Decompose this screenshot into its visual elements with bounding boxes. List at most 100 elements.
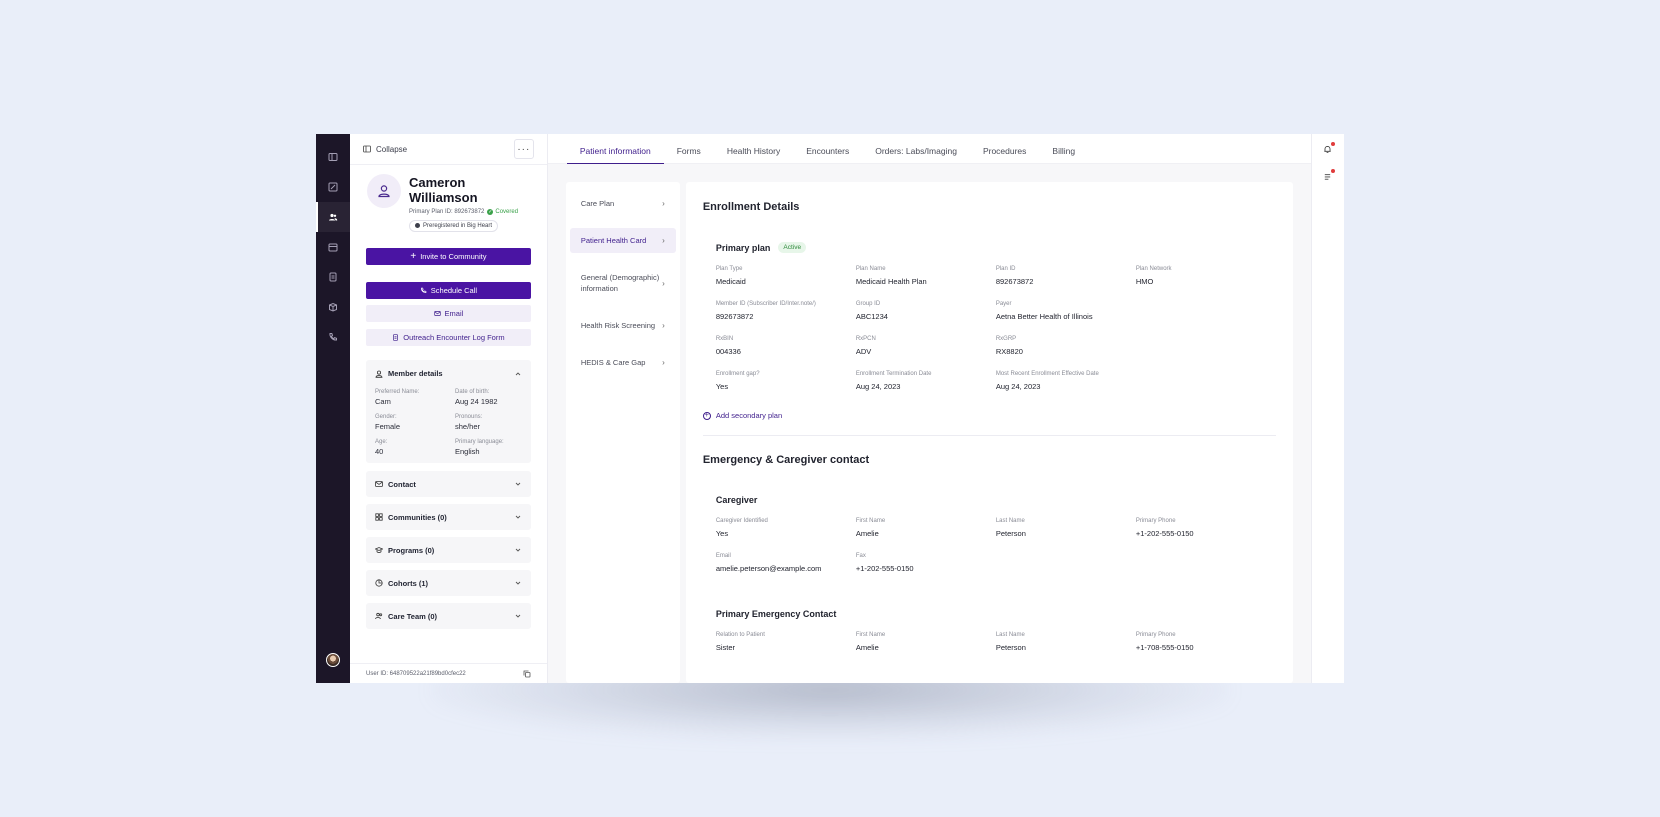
bell-icon[interactable] (1322, 142, 1335, 155)
field-value: 892673872 (995, 277, 1034, 286)
field: Member ID (Subscriber ID/Inter.note/) 892… (716, 301, 856, 321)
field-label: Member ID (Subscriber ID/Inter.note/) (715, 301, 816, 307)
field-label: Primary Phone (1135, 518, 1176, 524)
subnav-care-plan[interactable]: Care Plan › (570, 191, 676, 216)
field-value: Medicaid (715, 277, 746, 286)
tab-health-history[interactable]: Health History (714, 146, 793, 163)
subnav-label: Patient Health Card (580, 236, 647, 245)
field-label: RxPCN (855, 336, 876, 342)
chevron-down-icon (515, 581, 521, 585)
field-label: Plan Name (855, 266, 886, 272)
field: Plan Network HMO (1136, 266, 1276, 286)
md-value: English (455, 447, 480, 456)
main-area: Patient information Forms Health History… (547, 134, 1311, 683)
phone-icon (420, 287, 427, 293)
caregiver-title: Caregiver (715, 495, 758, 505)
field-label: Last Name (995, 632, 1025, 638)
programs-section[interactable]: Programs (0) (366, 537, 531, 563)
md-field: Pronouns: she/her (455, 414, 522, 431)
field: RxGRP RX8820 (996, 336, 1276, 356)
caregiver-fields: Caregiver Identified Yes First Name Amelie… (716, 518, 1276, 573)
patient-info: Cameron Williamson Primary Plan ID: 8926… (409, 174, 530, 233)
chevron-up-icon (515, 371, 521, 375)
md-field: Gender: Female (375, 414, 455, 431)
field-value: 004336 (715, 347, 741, 356)
tab-forms[interactable]: Forms (664, 146, 714, 163)
md-field: Primary language: English (455, 439, 522, 456)
add-secondary-plan-link[interactable]: + Add secondary plan (702, 411, 1276, 420)
care-team-section[interactable]: Care Team (0) (366, 603, 531, 629)
preregistered-badge: Preregistered in Big Heart (409, 219, 499, 232)
communities-title: Communities (0) (388, 512, 447, 522)
field-value: ABC1234 (855, 312, 888, 321)
tab-encounters[interactable]: Encounters (793, 146, 862, 163)
phone-icon[interactable] (316, 322, 350, 352)
primary-plan-heading: Primary plan Active (716, 242, 1276, 253)
more-options-button[interactable]: ··· (513, 139, 534, 159)
users-icon[interactable] (316, 202, 352, 232)
coverage-status-text: Covered (495, 209, 519, 215)
outreach-log-button[interactable]: Outreach Encounter Log Form (366, 329, 531, 346)
calendar-icon[interactable] (316, 232, 350, 262)
user-avatar[interactable] (326, 653, 340, 667)
field: RxBIN 004336 (716, 336, 856, 356)
form-icon (393, 334, 399, 341)
md-value: she/her (455, 422, 481, 431)
email-button[interactable]: Email (366, 305, 531, 322)
subnav-patient-health-card[interactable]: Patient Health Card › (569, 228, 676, 253)
field-value: Aug 24, 2023 (855, 382, 901, 391)
field-value: Aetna Better Health of Illinois (995, 312, 1093, 321)
chevron-down-icon (515, 482, 521, 486)
field-label: Email (715, 553, 731, 559)
md-value: 40 (375, 447, 384, 456)
sidebar-toggle-icon[interactable] (316, 142, 350, 172)
field: Group ID ABC1234 (856, 301, 996, 321)
tab-orders[interactable]: Orders: Labs/Imaging (862, 146, 970, 163)
md-label: Primary language: (455, 439, 504, 445)
md-field: Age: 40 (375, 439, 455, 456)
patient-panel: Collapse ··· Cameron Williamson Primary … (350, 134, 548, 683)
field-value: Sister (715, 643, 736, 652)
cohorts-section[interactable]: Cohorts (1) (366, 570, 531, 596)
tab-patient-information[interactable]: Patient information (566, 146, 664, 164)
field: Primary Phone +1-708-555-0150 (1136, 632, 1276, 652)
field-label: First Name (855, 518, 886, 524)
field: Payer Aetna Better Health of Illinois (996, 301, 1276, 321)
edit-note-icon[interactable] (316, 172, 350, 202)
communities-section[interactable]: Communities (0) (366, 504, 531, 530)
subnav-general-information[interactable]: General (Demographic) information › (570, 265, 676, 301)
md-field: Date of birth: Aug 24 1982 (455, 389, 522, 406)
field-value: ADV (855, 347, 872, 356)
field: Relation to Patient Sister (716, 632, 856, 652)
subnav-hedis-care-gap[interactable]: HEDIS & Care Gap › (570, 350, 676, 375)
person-icon (375, 370, 383, 378)
contact-section[interactable]: Contact (366, 471, 531, 497)
plus-icon: + (410, 251, 417, 262)
field: Fax +1-202-555-0150 (856, 553, 996, 573)
document-icon[interactable] (316, 262, 350, 292)
field-label: Most Recent Enrollment Effective Date (995, 371, 1099, 377)
field: Plan ID 892673872 (996, 266, 1136, 286)
tab-procedures[interactable]: Procedures (970, 146, 1039, 163)
field-label: Fax (855, 553, 866, 559)
md-label: Preferred Name: (375, 389, 420, 395)
panel-footer: User ID: 648709522a21f89bd0cfec22 (350, 663, 547, 683)
subnav-health-risk-screening[interactable]: Health Risk Screening › (570, 313, 676, 338)
tab-billing[interactable]: Billing (1039, 146, 1088, 163)
primary-plan-fields: Plan Type Medicaid Plan Name Medicaid Heal… (716, 266, 1276, 391)
patient-name: Cameron Williamson (409, 175, 478, 205)
member-details-header[interactable]: Member details (375, 369, 522, 378)
field: Last Name Peterson (996, 632, 1136, 652)
checklist-icon[interactable] (1322, 169, 1335, 182)
invite-to-community-button[interactable]: + Invite to Community (366, 248, 531, 265)
panel-header: Collapse ··· (350, 134, 547, 165)
field-label: Primary Phone (1135, 632, 1176, 638)
collapse-button[interactable]: Collapse (363, 145, 407, 154)
field: Last Name Peterson (996, 518, 1136, 538)
md-label: Pronouns: (455, 414, 483, 420)
schedule-call-button[interactable]: Schedule Call (366, 282, 531, 299)
box-icon[interactable] (316, 292, 350, 322)
more-dots-icon: ··· (517, 143, 531, 155)
field-label: Plan Network (1135, 266, 1172, 272)
copy-icon[interactable] (523, 670, 531, 678)
